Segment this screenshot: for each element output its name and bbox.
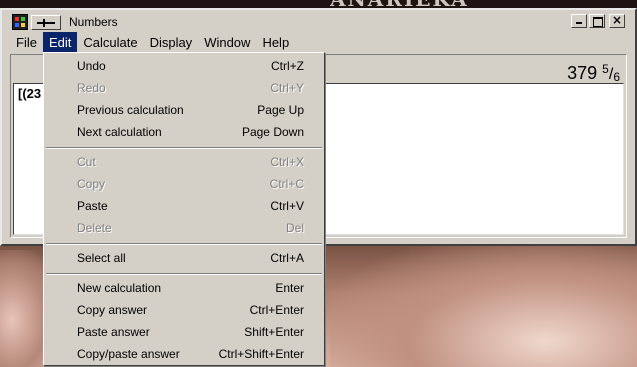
menu-item-copy-answer[interactable]: Copy answer Ctrl+Enter — [44, 299, 324, 321]
answer-display: 379 5/6 — [567, 62, 620, 84]
menu-item-label: Paste answer — [77, 325, 150, 339]
menu-item-shortcut: Ctrl+Enter — [249, 303, 304, 317]
answer-whole: 379 — [567, 63, 598, 83]
menu-item-label: New calculation — [77, 281, 162, 295]
menu-item-shortcut: Enter — [275, 281, 304, 295]
answer-denominator: 6 — [613, 70, 620, 84]
minimize-button[interactable] — [571, 14, 587, 28]
menu-item-redo[interactable]: Redo Ctrl+Y — [44, 77, 324, 99]
menu-edit[interactable]: Edit — [42, 32, 78, 53]
close-icon: × — [611, 13, 623, 27]
menu-item-label: Cut — [77, 155, 96, 169]
menu-item-paste-answer[interactable]: Paste answer Shift+Enter — [44, 321, 324, 343]
window-controls: × — [571, 13, 625, 28]
menu-item-label: Previous calculation — [77, 103, 184, 117]
edit-menu-dropdown: Undo Ctrl+Z Redo Ctrl+Y Previous calcula… — [43, 52, 325, 366]
menu-item-shortcut: Ctrl+C — [269, 177, 304, 191]
menu-item-label: Undo — [77, 59, 106, 73]
menu-item-label: Next calculation — [77, 125, 162, 139]
title-bar[interactable]: Numbers × — [4, 12, 633, 32]
menu-item-undo[interactable]: Undo Ctrl+Z — [44, 55, 324, 77]
menu-item-shortcut: Ctrl+Z — [271, 59, 304, 73]
menu-item-shortcut: Ctrl+Shift+Enter — [218, 347, 304, 361]
menu-item-shortcut: Ctrl+A — [270, 251, 304, 265]
menu-item-shortcut: Del — [285, 221, 304, 235]
menu-item-label: Redo — [77, 81, 106, 95]
background-photo-right — [330, 240, 637, 367]
app-icon[interactable] — [12, 14, 28, 30]
menu-item-shortcut: Ctrl+Y — [270, 81, 304, 95]
menu-item-new-calculation[interactable]: New calculation Enter — [44, 277, 324, 299]
menu-item-shortcut: Page Down — [241, 125, 304, 139]
menu-item-previous-calculation[interactable]: Previous calculation Page Up — [44, 99, 324, 121]
menu-item-shortcut: Ctrl+X — [270, 155, 304, 169]
editor-text: [(23 — [18, 86, 42, 101]
menu-separator — [46, 243, 322, 245]
menu-item-cut[interactable]: Cut Ctrl+X — [44, 151, 324, 173]
menu-item-select-all[interactable]: Select all Ctrl+A — [44, 247, 324, 269]
menu-window[interactable]: Window — [198, 32, 256, 53]
menu-item-copy-paste-answer[interactable]: Copy/paste answer Ctrl+Shift+Enter — [44, 343, 324, 365]
background-headline: ANARIEKA — [330, 0, 530, 8]
menu-item-label: Paste — [77, 199, 108, 213]
menu-item-label: Copy/paste answer — [77, 347, 180, 361]
menu-item-label: Select all — [77, 251, 126, 265]
menu-item-shortcut: Shift+Enter — [244, 325, 304, 339]
answer-numerator: 5 — [602, 62, 609, 76]
window-title: Numbers — [69, 15, 118, 29]
maximize-button[interactable] — [589, 14, 605, 28]
menu-item-label: Copy — [77, 177, 106, 191]
menu-calculate[interactable]: Calculate — [77, 32, 143, 53]
menu-separator — [46, 147, 322, 149]
menu-item-paste[interactable]: Paste Ctrl+V — [44, 195, 324, 217]
menu-help[interactable]: Help — [256, 32, 295, 53]
menu-file[interactable]: File — [10, 32, 43, 53]
menu-item-label: Delete — [77, 221, 112, 235]
menu-display[interactable]: Display — [144, 32, 199, 53]
menu-item-next-calculation[interactable]: Next calculation Page Down — [44, 121, 324, 143]
menu-item-label: Copy answer — [77, 303, 148, 317]
menu-item-shortcut: Page Up — [257, 103, 304, 117]
system-menu-icon[interactable] — [31, 14, 61, 30]
close-button[interactable]: × — [609, 13, 625, 28]
menu-separator — [46, 273, 322, 275]
menu-item-delete[interactable]: Delete Del — [44, 217, 324, 239]
menu-bar: File Edit Calculate Display Window Help — [10, 32, 295, 53]
menu-item-copy[interactable]: Copy Ctrl+C — [44, 173, 324, 195]
menu-item-shortcut: Ctrl+V — [270, 199, 304, 213]
